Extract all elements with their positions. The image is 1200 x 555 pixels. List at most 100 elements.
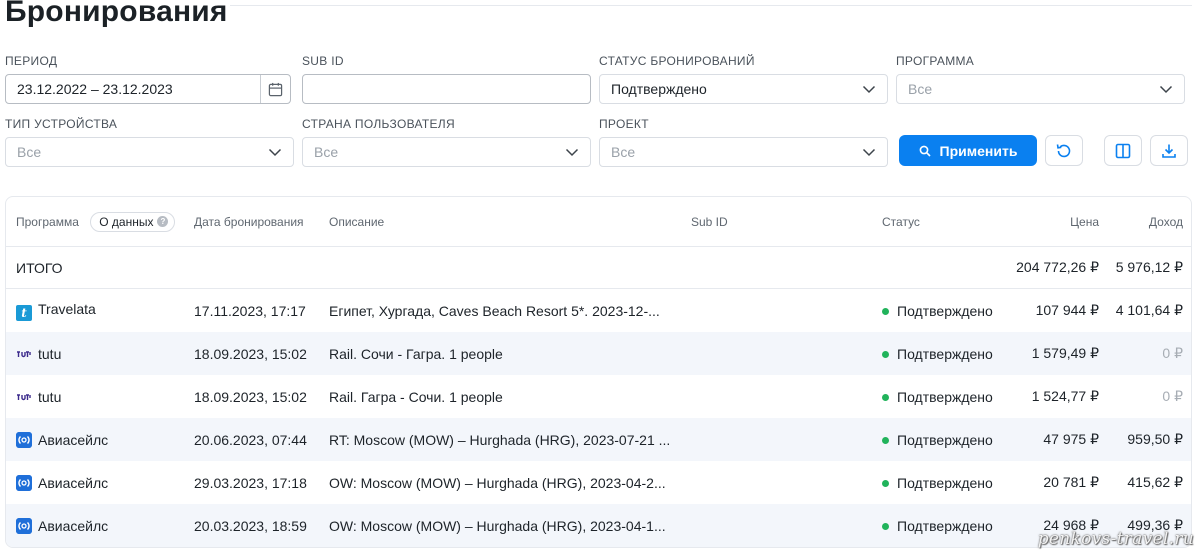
row-description: RT: Moscow (MOW) – Hurghada (HRG), 2023-… <box>329 431 671 448</box>
apply-button[interactable]: Применить <box>899 135 1037 166</box>
row-date: 20.06.2023, 07:44 <box>194 431 307 448</box>
country-label: Страна пользователя <box>302 117 455 131</box>
col-date[interactable]: Дата бронирования <box>194 215 304 229</box>
row-status-label: Подтверждено <box>897 474 993 491</box>
row-price: 20 781 ₽ <box>1043 474 1099 490</box>
row-date: 29.03.2023, 17:18 <box>194 474 307 491</box>
chevron-down-icon <box>565 145 579 159</box>
table-row[interactable]: t Travelata 17.11.2023, 17:17 Египет, Хурга… <box>6 289 1191 332</box>
row-program: t Travelata <box>16 301 96 321</box>
period-filter: Период 23.12.2022 – 23.12.2023 <box>5 54 291 104</box>
project-select[interactable]: Все <box>599 137 888 167</box>
row-date: 20.03.2023, 18:59 <box>194 517 307 534</box>
project-filter: Проект Все <box>599 117 888 167</box>
aviasales-logo-icon <box>16 431 32 448</box>
project-value: Все <box>611 144 636 160</box>
col-income[interactable]: Доход <box>1149 215 1183 229</box>
table-header: Программа О данных ? Дата бронирования О… <box>6 197 1191 247</box>
header-divider <box>230 5 1192 6</box>
row-income: 959,50 ₽ <box>1127 431 1183 447</box>
total-price: 204 772,26 ₽ <box>1016 259 1099 275</box>
row-description: Rail. Сочи - Гагра. 1 people <box>329 345 503 362</box>
watermark: penkovs-travel.ru <box>1037 529 1194 549</box>
row-status-label: Подтверждено <box>897 345 993 362</box>
download-button[interactable] <box>1150 135 1188 166</box>
row-program: Авиасейлс <box>16 431 109 448</box>
row-status-label: Подтверждено <box>897 388 993 405</box>
row-description: Rail. Гагра - Сочи. 1 people <box>329 388 503 405</box>
row-program: Авиасейлс <box>16 517 108 534</box>
country-select[interactable]: Все <box>302 137 591 167</box>
download-icon <box>1162 144 1176 158</box>
program-filter: Программа Все <box>896 54 1185 104</box>
col-program[interactable]: Программа О данных ? <box>16 211 176 232</box>
tutu-logo-icon <box>17 393 31 400</box>
row-income: 0 ₽ <box>1162 388 1183 404</box>
col-sub-id[interactable]: Sub ID <box>691 215 728 229</box>
reset-icon <box>1056 143 1071 157</box>
row-status: Подтверждено <box>882 346 993 362</box>
row-program-name: Авиасейлс <box>38 431 109 448</box>
col-description[interactable]: Описание <box>329 215 384 229</box>
about-data-button[interactable]: О данных ? <box>90 211 176 232</box>
row-status-label: Подтверждено <box>897 431 993 448</box>
apply-label: Применить <box>939 142 1018 159</box>
sub-id-input[interactable] <box>302 74 591 104</box>
sub-id-label: Sub ID <box>302 54 344 68</box>
status-dot-icon <box>882 350 889 358</box>
row-program-name: tutu <box>38 345 62 362</box>
row-program-name: Travelata <box>38 300 96 317</box>
row-description: OW: Moscow (MOW) – Hurghada (HRG), 2023-… <box>329 517 666 534</box>
country-filter: Страна пользователя Все <box>302 117 591 167</box>
calendar-button[interactable] <box>260 75 290 103</box>
row-status: Подтверждено <box>882 303 993 319</box>
row-status: Подтверждено <box>882 518 993 534</box>
bookings-table: Программа О данных ? Дата бронирования О… <box>5 196 1192 548</box>
chevron-down-icon <box>268 145 282 159</box>
device-label: Тип устройства <box>5 117 118 131</box>
period-input[interactable]: 23.12.2022 – 23.12.2023 <box>5 74 291 104</box>
row-income: 4 101,64 ₽ <box>1115 302 1183 318</box>
col-price[interactable]: Цена <box>1070 215 1099 229</box>
period-value: 23.12.2022 – 23.12.2023 <box>17 81 173 97</box>
status-dot-icon <box>882 393 889 401</box>
row-status: Подтверждено <box>882 432 993 448</box>
aviasales-logo-icon <box>16 517 32 534</box>
device-select[interactable]: Все <box>5 137 294 167</box>
row-date: 18.09.2023, 15:02 <box>194 388 307 405</box>
table-row[interactable]: Авиасейлс 20.03.2023, 18:59 OW: Moscow (MO… <box>6 504 1191 547</box>
row-date: 18.09.2023, 15:02 <box>194 345 307 362</box>
row-price: 107 944 ₽ <box>1035 302 1099 318</box>
col-status[interactable]: Статус <box>882 215 920 229</box>
row-status: Подтверждено <box>882 389 993 405</box>
table-row[interactable]: Авиасейлс 20.06.2023, 07:44 RT: Moscow (MO… <box>6 418 1191 461</box>
columns-button[interactable] <box>1104 135 1142 166</box>
question-icon: ? <box>157 216 169 227</box>
about-data-label: О данных <box>99 214 154 229</box>
status-dot-icon <box>882 479 889 487</box>
row-program: Авиасейлс <box>16 474 109 491</box>
status-label: Статус бронирований <box>599 54 755 68</box>
row-status-label: Подтверждено <box>897 517 993 534</box>
status-dot-icon <box>882 307 889 315</box>
row-price: 1 524,77 ₽ <box>1031 388 1099 404</box>
row-description: Египет, Хургада, Caves Beach Resort 5*. … <box>329 302 660 319</box>
row-price: 1 579,49 ₽ <box>1031 345 1099 361</box>
row-program: tutu <box>16 346 61 362</box>
row-price: 47 975 ₽ <box>1043 431 1099 447</box>
reset-button[interactable] <box>1045 135 1083 166</box>
row-program-name: tutu <box>38 388 62 405</box>
table-row[interactable]: Авиасейлс 29.03.2023, 17:18 OW: Moscow (MO… <box>6 461 1191 504</box>
row-program-name: Авиасейлс <box>38 474 109 491</box>
sub-id-filter: Sub ID <box>302 54 591 104</box>
status-select[interactable]: Подтверждено <box>599 74 888 104</box>
table-row[interactable]: tutu 18.09.2023, 15:02 Rail. Гагра - Сочи.… <box>6 375 1191 418</box>
row-income: 415,62 ₽ <box>1127 474 1183 490</box>
status-dot-icon <box>882 436 889 444</box>
total-income: 5 976,12 ₽ <box>1115 259 1183 275</box>
status-filter: Статус бронирований Подтверждено <box>599 54 888 104</box>
program-select[interactable]: Все <box>896 74 1185 104</box>
table-row[interactable]: tutu 18.09.2023, 15:02 Rail. Сочи - Гагра.… <box>6 332 1191 375</box>
chevron-down-icon <box>1159 82 1173 96</box>
chevron-down-icon <box>862 82 876 96</box>
